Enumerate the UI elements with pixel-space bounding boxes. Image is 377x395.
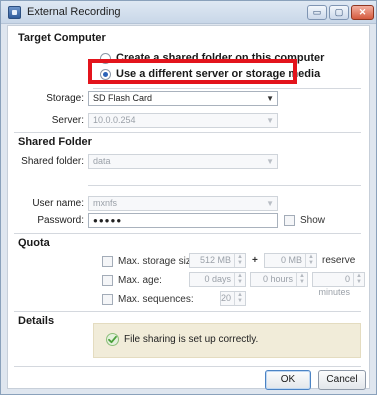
app-icon (8, 6, 21, 19)
dialog-content: Target Computer Create a shared folder o… (7, 25, 370, 390)
age-hours-value: 0 hours (262, 274, 293, 284)
user-name-field[interactable]: mxnfs ▼ (88, 196, 278, 211)
spinner-arrows-icon[interactable]: ▲ ▼ (234, 292, 245, 305)
close-button[interactable]: ✕ (351, 5, 374, 20)
password-value: ●●●●● (93, 216, 123, 225)
target-computer-heading: Target Computer (18, 32, 106, 44)
server-value: 10.0.0.254 (93, 115, 136, 125)
max-age-label[interactable]: Max. age: (118, 275, 162, 286)
spinner-arrows-icon[interactable]: ▲ ▼ (234, 273, 245, 286)
user-name-value: mxnfs (93, 198, 118, 208)
chevron-down-icon: ▼ (266, 94, 274, 103)
chevron-down-icon: ▼ (266, 199, 274, 208)
quota-heading: Quota (18, 237, 50, 249)
spinner-arrows-icon[interactable]: ▲ ▼ (305, 254, 316, 267)
divider (88, 185, 361, 186)
password-field[interactable]: ●●●●● (88, 213, 278, 228)
max-storage-value: 512 MB (199, 255, 231, 265)
highlight-box (88, 59, 297, 84)
age-days-value: 0 days (204, 274, 231, 284)
spinner-arrows-icon[interactable]: ▲ ▼ (353, 273, 364, 286)
status-text: File sharing is set up correctly. (124, 334, 259, 345)
shared-folder-field[interactable]: data ▼ (88, 154, 278, 169)
window-title: External Recording (27, 6, 121, 18)
max-sequences-label[interactable]: Max. sequences: (118, 294, 194, 305)
storage-label: Storage: (46, 93, 84, 104)
chevron-down-icon: ▼ (266, 116, 274, 125)
server-field[interactable]: 10.0.0.254 ▼ (88, 113, 278, 128)
divider (14, 366, 361, 367)
age-minutes-spinner[interactable]: 0 minutes ▲ ▼ (312, 272, 365, 297)
reserve-label: reserve (322, 255, 356, 266)
divider (14, 233, 361, 234)
status-box: File sharing is set up correctly. (93, 323, 361, 358)
max-storage-checkbox[interactable] (102, 256, 113, 267)
storage-dropdown[interactable]: SD Flash Card ▼ (88, 91, 278, 106)
shared-folder-value: data (93, 156, 111, 166)
ok-button[interactable]: OK (265, 370, 311, 390)
password-label: Password: (37, 215, 84, 226)
show-password-label[interactable]: Show (300, 215, 325, 226)
max-sequences-spinner[interactable]: 20 ▲ ▼ (220, 291, 246, 306)
check-icon (106, 333, 119, 346)
max-storage-spinner[interactable]: 512 MB ▲ ▼ (189, 253, 246, 268)
divider (14, 132, 361, 133)
reserve-spinner[interactable]: 0 MB ▲ ▼ (264, 253, 317, 268)
minimize-button[interactable]: ▭ (307, 5, 327, 20)
age-hours-spinner[interactable]: 0 hours ▲ ▼ (250, 272, 308, 287)
max-sequences-checkbox[interactable] (102, 294, 113, 305)
storage-value: SD Flash Card (93, 93, 153, 103)
max-sequences-value: 20 (221, 293, 232, 303)
server-label: Server: (51, 115, 84, 126)
spinner-arrows-icon[interactable]: ▲ ▼ (296, 273, 307, 286)
external-recording-dialog: External Recording ▭ ▢ ✕ Target Computer… (0, 0, 377, 395)
reserve-value: 0 MB (280, 255, 302, 265)
user-name-label: User name: (32, 198, 84, 209)
show-password-checkbox[interactable] (284, 215, 295, 226)
maximize-button[interactable]: ▢ (329, 5, 349, 20)
chevron-down-icon: ▼ (266, 157, 274, 166)
max-storage-label[interactable]: Max. storage size: (118, 256, 199, 267)
divider (14, 311, 361, 312)
shared-folder-heading: Shared Folder (18, 136, 92, 148)
spinner-arrows-icon[interactable]: ▲ ▼ (234, 254, 245, 267)
title-bar[interactable]: External Recording ▭ ▢ ✕ (1, 1, 376, 24)
age-minutes-value: 0 minutes (318, 274, 350, 297)
shared-folder-label: Shared folder: (21, 156, 84, 167)
age-days-spinner[interactable]: 0 days ▲ ▼ (189, 272, 246, 287)
cancel-button[interactable]: Cancel (318, 370, 366, 390)
divider (93, 88, 361, 89)
plus-sign: + (252, 255, 258, 266)
details-heading: Details (18, 315, 55, 327)
max-age-checkbox[interactable] (102, 275, 113, 286)
